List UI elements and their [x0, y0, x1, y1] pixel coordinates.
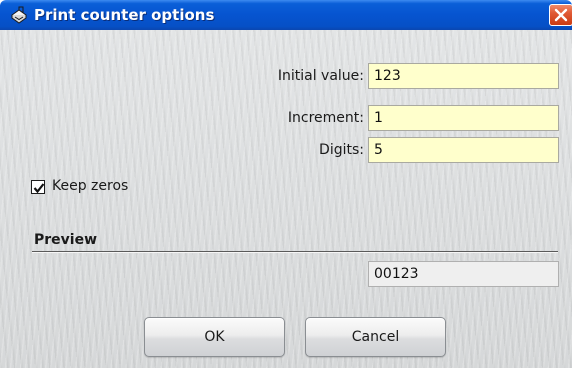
ok-button[interactable]: OK: [144, 317, 285, 357]
preview-field: 00123: [368, 261, 559, 287]
initial-value-field[interactable]: 123: [368, 63, 559, 89]
close-button[interactable]: [549, 4, 572, 26]
dialog-body: Initial value: 123 Increment: 1 Digits: …: [0, 30, 572, 368]
close-icon: [554, 8, 568, 22]
increment-field[interactable]: 1: [368, 105, 559, 131]
cancel-button[interactable]: Cancel: [305, 317, 446, 357]
preview-divider: [32, 251, 558, 253]
preview-heading: Preview: [34, 232, 98, 248]
digits-label: Digits:: [319, 142, 364, 158]
title-bar[interactable]: Print counter options: [0, 0, 572, 30]
keep-zeros-checkbox[interactable]: [31, 180, 45, 194]
print-counter-options-dialog: Print counter options Initial value: 123…: [0, 0, 572, 368]
keep-zeros-label[interactable]: Keep zeros: [52, 173, 128, 199]
dialog-title: Print counter options: [34, 6, 215, 24]
digits-field[interactable]: 5: [368, 137, 559, 163]
printer-counter-icon: [10, 6, 30, 24]
increment-label: Increment:: [287, 110, 364, 126]
checkmark-icon: [33, 183, 45, 194]
initial-value-label: Initial value:: [277, 68, 364, 84]
